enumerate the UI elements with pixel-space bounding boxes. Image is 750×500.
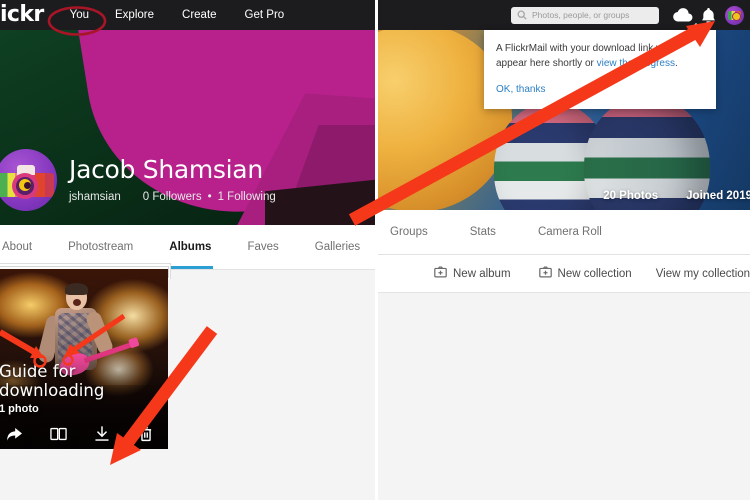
albums-grid: Guide for downloading 1 photo <box>0 263 375 500</box>
screenshot-root: lickr You Explore Create Get Pro <box>0 0 750 500</box>
nav-link-get-pro[interactable]: Get Pro <box>231 0 299 30</box>
album-actions-bar: New album New collection View my collect… <box>378 255 750 293</box>
subject-mouth <box>73 299 81 306</box>
right-content: New album New collection View my collect… <box>378 255 750 500</box>
search-bar[interactable] <box>511 6 659 24</box>
tab-albums[interactable]: Albums <box>167 225 214 269</box>
user-avatar-icon[interactable] <box>725 5 744 25</box>
popup-message: A FlickrMail with your download link wil… <box>496 41 704 71</box>
profile-username: jshamsian <box>69 190 121 203</box>
tab-camera-roll[interactable]: Camera Roll <box>538 210 602 254</box>
profile-cover-banner: Jacob Shamsian jshamsian 0 Followers • 1… <box>0 30 375 225</box>
add-collection-icon <box>538 266 552 281</box>
new-collection-button[interactable]: New collection <box>525 255 646 293</box>
right-profile-tabs: Groups Stats Camera Roll <box>378 210 750 255</box>
left-panel: lickr You Explore Create Get Pro <box>0 0 375 500</box>
guitar-headstock <box>128 337 140 349</box>
meta-separator: • <box>207 190 212 203</box>
primary-nav: You Explore Create Get Pro <box>58 0 299 30</box>
popup-line-2-post: . <box>675 58 678 69</box>
album-card[interactable]: Guide for downloading 1 photo <box>0 263 171 449</box>
tab-stats[interactable]: Stats <box>470 210 496 254</box>
share-icon[interactable] <box>0 427 36 442</box>
profile-header: Jacob Shamsian jshamsian 0 Followers • 1… <box>0 149 276 211</box>
nav-link-explore[interactable]: Explore <box>101 0 168 30</box>
search-input[interactable] <box>532 10 653 20</box>
view-progress-link[interactable]: view the progress <box>597 58 675 69</box>
page-title: Jacob Shamsian <box>69 155 263 185</box>
profile-meta: jshamsian 0 Followers • 1 Following <box>69 191 276 203</box>
album-book-icon[interactable] <box>36 427 80 441</box>
tab-galleries[interactable]: Galleries <box>315 225 360 269</box>
popup-line-1: A FlickrMail with your download link wil… <box>496 43 670 54</box>
search-icon <box>517 10 527 20</box>
banner-stats: 20 Photos Joined 2019 <box>575 190 750 202</box>
joined-year-stat: Joined 2019 <box>686 190 750 202</box>
profile-text: Jacob Shamsian jshamsian 0 Followers • 1… <box>69 155 276 203</box>
left-navbar: lickr You Explore Create Get Pro <box>0 0 375 30</box>
nav-link-create[interactable]: Create <box>168 0 231 30</box>
followers-count[interactable]: 0 Followers <box>143 191 202 203</box>
nav-link-you[interactable]: You <box>58 0 101 30</box>
trash-icon[interactable] <box>124 426 168 442</box>
album-title: Guide for downloading <box>0 362 105 400</box>
new-collection-label: New collection <box>557 267 632 280</box>
tab-groups[interactable]: Groups <box>390 210 428 254</box>
popup-line-2-pre: appear here shortly or <box>496 58 597 69</box>
flickr-logo[interactable]: lickr <box>0 0 44 30</box>
photo-count-stat: 20 Photos <box>603 190 659 202</box>
download-icon[interactable] <box>80 426 124 442</box>
panel-divider <box>375 0 378 500</box>
album-thumbnail[interactable]: Guide for downloading 1 photo <box>0 269 168 449</box>
album-photo-count: 1 photo <box>0 403 39 415</box>
album-action-bar <box>0 419 168 449</box>
download-notification-popup: A FlickrMail with your download link wil… <box>484 23 716 109</box>
subject-hair <box>65 283 88 295</box>
following-count[interactable]: 1 Following <box>218 191 276 203</box>
view-my-collections-link[interactable]: View my collections <box>646 268 750 280</box>
add-photo-icon <box>434 266 447 281</box>
new-album-label: New album <box>453 267 511 280</box>
ok-thanks-button[interactable]: OK, thanks <box>496 84 545 95</box>
camera-avatar-icon[interactable] <box>0 149 57 211</box>
new-album-button[interactable]: New album <box>420 255 525 293</box>
camera-lens-pupil <box>24 182 31 189</box>
tab-faves[interactable]: Faves <box>247 225 278 269</box>
